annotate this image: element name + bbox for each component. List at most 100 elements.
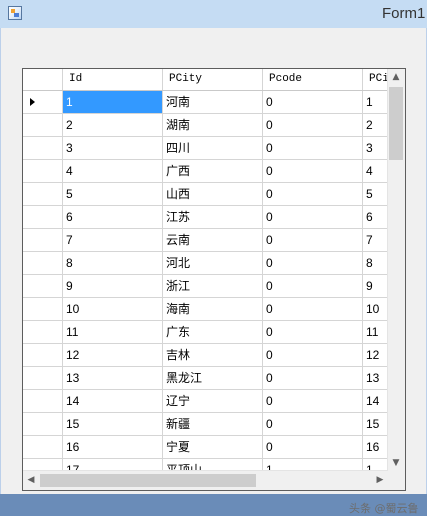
- row-header[interactable]: [23, 344, 63, 367]
- row-header[interactable]: [23, 114, 63, 137]
- row-header[interactable]: [23, 137, 63, 160]
- cell-pcity[interactable]: 黑龙江: [163, 367, 263, 390]
- cell-pci[interactable]: 14: [363, 390, 390, 413]
- data-grid[interactable]: Id PCity Pcode PCi 1 河南 0 1 2 湖南 0 2 3 四川 0 3 4 广西 0 4 5…: [22, 68, 406, 491]
- cell-pci[interactable]: 6: [363, 206, 390, 229]
- cell-pcode[interactable]: 0: [263, 390, 363, 413]
- cell-pcity[interactable]: 河北: [163, 252, 263, 275]
- cell-pci[interactable]: 1: [363, 91, 390, 114]
- scroll-right-icon[interactable]: ▶: [372, 472, 388, 489]
- cell-pcity[interactable]: 宁夏: [163, 436, 263, 459]
- table-row[interactable]: 10 海南 0 10: [23, 298, 390, 321]
- cell-pci[interactable]: 10: [363, 298, 390, 321]
- scroll-left-icon[interactable]: ◀: [23, 472, 39, 489]
- cell-pcode[interactable]: 0: [263, 367, 363, 390]
- row-header[interactable]: [23, 436, 63, 459]
- row-header[interactable]: [23, 367, 63, 390]
- cell-id[interactable]: 3: [63, 137, 163, 160]
- cell-pcode[interactable]: 0: [263, 160, 363, 183]
- cell-pcity[interactable]: 浙江: [163, 275, 263, 298]
- horizontal-scrollbar[interactable]: ◀ ▶: [23, 470, 388, 490]
- cell-pcode[interactable]: 0: [263, 229, 363, 252]
- row-header[interactable]: [23, 413, 63, 436]
- cell-pcity[interactable]: 新疆: [163, 413, 263, 436]
- table-row[interactable]: 9 浙江 0 9: [23, 275, 390, 298]
- row-header[interactable]: [23, 252, 63, 275]
- cell-id[interactable]: 10: [63, 298, 163, 321]
- horizontal-scroll-thumb[interactable]: [40, 474, 256, 487]
- row-header[interactable]: [23, 183, 63, 206]
- cell-pcode[interactable]: 0: [263, 252, 363, 275]
- cell-pci[interactable]: 8: [363, 252, 390, 275]
- cell-pci[interactable]: 13: [363, 367, 390, 390]
- table-row[interactable]: 5 山西 0 5: [23, 183, 390, 206]
- column-header-pci[interactable]: PCi: [363, 69, 390, 90]
- scroll-down-icon[interactable]: ▼: [388, 455, 404, 472]
- cell-pcity[interactable]: 吉林: [163, 344, 263, 367]
- cell-pcode[interactable]: 0: [263, 137, 363, 160]
- cell-id[interactable]: 8: [63, 252, 163, 275]
- table-row[interactable]: 6 江苏 0 6: [23, 206, 390, 229]
- cell-pci[interactable]: 5: [363, 183, 390, 206]
- cell-pcode[interactable]: 0: [263, 114, 363, 137]
- form-app-icon[interactable]: [8, 6, 22, 20]
- table-row[interactable]: 16 宁夏 0 16: [23, 436, 390, 459]
- table-row[interactable]: 12 吉林 0 12: [23, 344, 390, 367]
- cell-pcity[interactable]: 山西: [163, 183, 263, 206]
- cell-id[interactable]: 1: [63, 91, 163, 114]
- scroll-up-icon[interactable]: ▲: [388, 69, 404, 86]
- cell-pcity[interactable]: 河南: [163, 91, 263, 114]
- cell-pcode[interactable]: 0: [263, 183, 363, 206]
- cell-pci[interactable]: 15: [363, 413, 390, 436]
- cell-pcity[interactable]: 四川: [163, 137, 263, 160]
- vertical-scrollbar[interactable]: ▲ ▼: [387, 69, 405, 472]
- cell-pci[interactable]: 3: [363, 137, 390, 160]
- cell-pcity[interactable]: 海南: [163, 298, 263, 321]
- cell-pcode[interactable]: 0: [263, 91, 363, 114]
- cell-id[interactable]: 7: [63, 229, 163, 252]
- cell-id[interactable]: 14: [63, 390, 163, 413]
- table-row[interactable]: 14 辽宁 0 14: [23, 390, 390, 413]
- row-header[interactable]: [23, 275, 63, 298]
- column-header-pcode[interactable]: Pcode: [263, 69, 363, 90]
- title-bar[interactable]: Form1: [0, 0, 427, 28]
- column-header-id[interactable]: Id: [63, 69, 163, 90]
- cell-pcity[interactable]: 江苏: [163, 206, 263, 229]
- cell-id[interactable]: 5: [63, 183, 163, 206]
- cell-pcode[interactable]: 0: [263, 206, 363, 229]
- row-header[interactable]: [23, 390, 63, 413]
- cell-pcode[interactable]: 0: [263, 413, 363, 436]
- cell-id[interactable]: 9: [63, 275, 163, 298]
- cell-pcity[interactable]: 湖南: [163, 114, 263, 137]
- row-header[interactable]: [23, 229, 63, 252]
- cell-pcity[interactable]: 广西: [163, 160, 263, 183]
- cell-pcode[interactable]: 0: [263, 321, 363, 344]
- cell-pcode[interactable]: 0: [263, 298, 363, 321]
- table-row[interactable]: 2 湖南 0 2: [23, 114, 390, 137]
- cell-id[interactable]: 13: [63, 367, 163, 390]
- cell-pci[interactable]: 9: [363, 275, 390, 298]
- cell-pci[interactable]: 11: [363, 321, 390, 344]
- cell-pcode[interactable]: 0: [263, 344, 363, 367]
- table-row[interactable]: 13 黑龙江 0 13: [23, 367, 390, 390]
- cell-pci[interactable]: 7: [363, 229, 390, 252]
- row-header[interactable]: [23, 160, 63, 183]
- row-header[interactable]: [23, 298, 63, 321]
- cell-pcity[interactable]: 广东: [163, 321, 263, 344]
- column-header-pcity[interactable]: PCity: [163, 69, 263, 90]
- table-row[interactable]: 15 新疆 0 15: [23, 413, 390, 436]
- cell-pcode[interactable]: 0: [263, 436, 363, 459]
- row-header[interactable]: [23, 321, 63, 344]
- cell-id[interactable]: 2: [63, 114, 163, 137]
- cell-id[interactable]: 11: [63, 321, 163, 344]
- table-row[interactable]: 11 广东 0 11: [23, 321, 390, 344]
- row-header[interactable]: [23, 91, 63, 114]
- cell-id[interactable]: 12: [63, 344, 163, 367]
- cell-id[interactable]: 4: [63, 160, 163, 183]
- cell-pcode[interactable]: 0: [263, 275, 363, 298]
- cell-pcity[interactable]: 云南: [163, 229, 263, 252]
- vertical-scroll-thumb[interactable]: [389, 87, 403, 160]
- cell-id[interactable]: 15: [63, 413, 163, 436]
- table-row[interactable]: 3 四川 0 3: [23, 137, 390, 160]
- cell-pci[interactable]: 16: [363, 436, 390, 459]
